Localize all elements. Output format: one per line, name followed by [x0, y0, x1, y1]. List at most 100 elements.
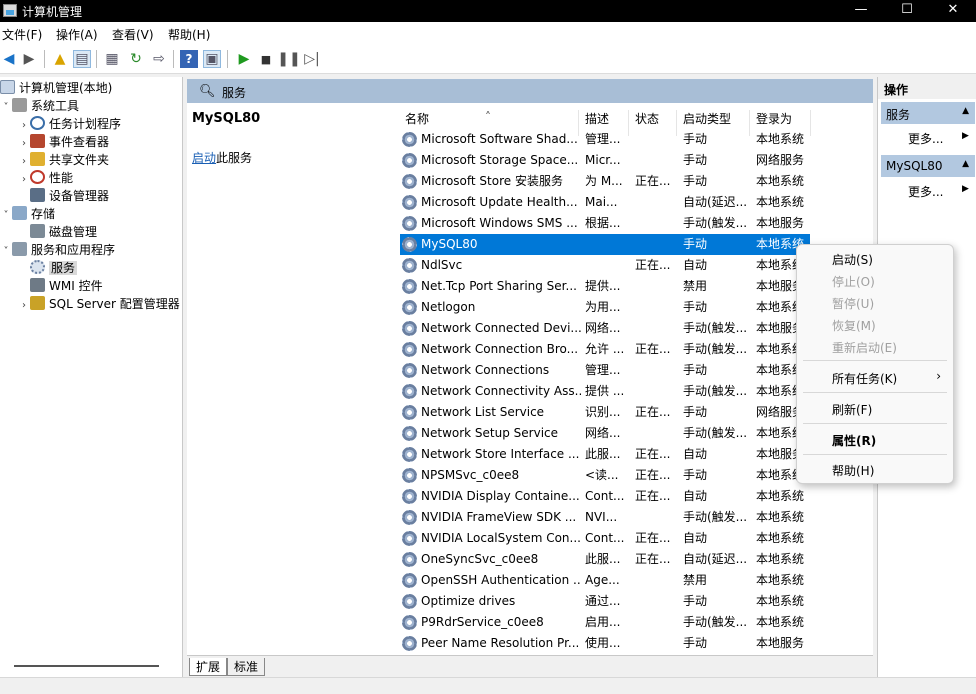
- tree-item-storage[interactable]: ˅ 存储: [0, 205, 55, 223]
- actions-more-mysql80[interactable]: 更多...: [908, 183, 943, 200]
- table-row[interactable]: Network Connection Bro... 允许 ... 正在... 手动(触…: [400, 339, 810, 360]
- table-row[interactable]: NPSMSvc_c0ee8 <读... 正在... 手动 本地系统: [400, 465, 810, 486]
- table-row[interactable]: Network Connections 管理... 手动 本地系统: [400, 360, 810, 381]
- menu-item-start[interactable]: 启动(S): [832, 251, 873, 268]
- tree-item-computer-management[interactable]: 计算机管理(本地): [0, 79, 112, 97]
- table-row[interactable]: MySQL80 手动 本地系统: [400, 234, 810, 255]
- chevron-down-icon[interactable]: ˅: [0, 99, 12, 117]
- refresh-icon[interactable]: ↻: [127, 50, 145, 68]
- computer-management-icon: [3, 4, 17, 17]
- chevron-right-icon[interactable]: ›: [18, 171, 30, 189]
- export-list-icon[interactable]: ⇨: [150, 50, 168, 68]
- menu-help[interactable]: 帮助(H): [168, 26, 210, 43]
- actions-header: 操作: [878, 77, 976, 99]
- tree-item-shared-folders[interactable]: › 共享文件夹: [18, 151, 109, 169]
- show-action-pane-icon[interactable]: ▣: [203, 50, 221, 68]
- table-row[interactable]: Network Connected Devi... 网络... 手动(触发... 本地…: [400, 318, 810, 339]
- table-row[interactable]: NVIDIA FrameView SDK ... NVI... 手动(触发... 本地…: [400, 507, 810, 528]
- menu-file[interactable]: 文件(F): [2, 26, 42, 43]
- minimize-button[interactable]: —: [838, 0, 884, 22]
- tree-item-system-tools[interactable]: ˅ 系统工具: [0, 97, 79, 115]
- chevron-down-icon[interactable]: ˅: [0, 243, 12, 261]
- help-icon[interactable]: ?: [180, 50, 198, 68]
- up-folder-icon[interactable]: ▲: [51, 50, 69, 68]
- menu-item-help[interactable]: 帮助(H): [832, 462, 874, 479]
- tree-item-services-and-applications[interactable]: ˅ 服务和应用程序: [0, 241, 115, 259]
- tree-item-device-manager[interactable]: 设备管理器: [30, 187, 109, 205]
- toolbar-separator: [227, 50, 228, 68]
- table-row[interactable]: Netlogon 为用... 手动 本地系统: [400, 297, 810, 318]
- table-row[interactable]: Microsoft Update Health... Mai... 自动(延迟...…: [400, 192, 810, 213]
- chevron-down-icon[interactable]: ˅: [0, 207, 12, 225]
- table-row[interactable]: OpenSSH Authentication ... Age... 禁用 本地系统: [400, 570, 810, 591]
- menu-item-refresh[interactable]: 刷新(F): [832, 401, 872, 418]
- menu-item-all-tasks[interactable]: 所有任务(K): [832, 370, 897, 387]
- maximize-button[interactable]: ☐: [884, 0, 930, 22]
- tree-item-disk-management[interactable]: 磁盘管理: [30, 223, 97, 241]
- column-header-name[interactable]: 名称: [405, 110, 429, 127]
- service-description: Cont...: [585, 489, 625, 503]
- tree-item-performance[interactable]: › 性能: [18, 169, 73, 187]
- table-row[interactable]: Optimize drives 通过... 手动 本地系统: [400, 591, 810, 612]
- table-row[interactable]: Microsoft Software Shad... 管理... 手动 本地系统: [400, 129, 810, 150]
- collapse-icon[interactable]: ▲: [962, 106, 969, 116]
- table-row[interactable]: OneSyncSvc_c0ee8 此服... 正在... 自动(延迟... 本地系统: [400, 549, 810, 570]
- back-icon[interactable]: ◀: [0, 50, 18, 68]
- table-row[interactable]: P9RdrService_c0ee8 启用... 手动(触发... 本地系统: [400, 612, 810, 633]
- menu-action[interactable]: 操作(A): [56, 26, 98, 43]
- service-description: 为 M...: [585, 174, 623, 188]
- gear-icon: [402, 594, 417, 609]
- actions-section-services[interactable]: 服务 ▲: [881, 102, 975, 124]
- forward-icon[interactable]: ▶: [20, 50, 38, 68]
- column-header-log-on-as[interactable]: 登录为: [756, 110, 792, 127]
- table-row[interactable]: Net.Tcp Port Sharing Ser... 提供... 禁用 本地服务: [400, 276, 810, 297]
- service-startup-type: 手动(触发...: [683, 615, 748, 629]
- menu-view[interactable]: 查看(V): [112, 26, 154, 43]
- tab-extended[interactable]: 扩展: [189, 658, 228, 676]
- service-name: Network List Service: [421, 405, 545, 419]
- actions-section-mysql80[interactable]: MySQL80 ▲: [881, 155, 975, 177]
- column-header-status[interactable]: 状态: [635, 110, 659, 127]
- table-row[interactable]: Microsoft Storage Space... Micr... 手动 网络服务: [400, 150, 810, 171]
- tree-item-services[interactable]: 服务: [30, 259, 78, 277]
- tab-standard[interactable]: 标准: [227, 658, 266, 676]
- table-row[interactable]: Network Store Interface ... 此服... 正在... 自动本…: [400, 444, 810, 465]
- table-row[interactable]: NVIDIA LocalSystem Con... Cont... 正在... 自动 本…: [400, 528, 810, 549]
- table-row[interactable]: NdlSvc 正在... 自动 本地系统: [400, 255, 810, 276]
- close-button[interactable]: ✕: [930, 0, 976, 22]
- tree-item-task-scheduler[interactable]: › 任务计划程序: [18, 115, 121, 133]
- title-bar: 计算机管理 — ☐ ✕: [0, 0, 976, 22]
- show-tree-icon[interactable]: ▤: [73, 50, 91, 68]
- properties-icon[interactable]: ▦: [103, 50, 121, 68]
- collapse-icon[interactable]: ▲: [962, 159, 969, 169]
- table-row[interactable]: Microsoft Store 安装服务 为 M... 正在... 手动 本地系统: [400, 171, 810, 192]
- service-name: Optimize drives: [421, 594, 516, 608]
- tree-item-sql-server-config[interactable]: › SQL Server 配置管理器: [18, 295, 180, 313]
- column-divider[interactable]: [810, 110, 811, 136]
- stop-service-icon[interactable]: ■: [257, 50, 275, 68]
- tree-item-wmi[interactable]: WMI 控件: [30, 277, 103, 295]
- toolbar: ◀ ▶ ▲ ▤ ▦ ↻ ⇨ ? ▣ ▶ ■ ❚❚ ▷|: [0, 44, 976, 74]
- restart-service-icon[interactable]: ▷|: [303, 50, 321, 68]
- service-description: NVI...: [585, 510, 618, 524]
- service-status: 正在...: [635, 258, 671, 272]
- service-logon-as: 本地系统: [756, 615, 805, 629]
- table-row[interactable]: Peer Name Resolution Pr... 使用... 手动 本地服务: [400, 633, 810, 654]
- menu-item-properties[interactable]: 属性(R): [832, 432, 876, 449]
- table-row[interactable]: Network Setup Service 网络... 手动(触发... 本地系统: [400, 423, 810, 444]
- table-row[interactable]: NVIDIA Display Containe... Cont... 正在... 自动…: [400, 486, 810, 507]
- horizontal-scrollbar[interactable]: [14, 665, 159, 667]
- table-row[interactable]: Microsoft Windows SMS ... 根据... 手动(触发... 本地…: [400, 213, 810, 234]
- column-header-description[interactable]: 描述: [585, 110, 609, 127]
- service-description-panel: MySQL80 启动此服务: [187, 103, 392, 655]
- pause-service-icon[interactable]: ❚❚: [277, 50, 300, 68]
- start-service-link[interactable]: 启动: [192, 151, 216, 165]
- column-header-startup-type[interactable]: 启动类型: [683, 110, 731, 127]
- view-tabs: 扩展 标准: [187, 655, 873, 677]
- chevron-right-icon[interactable]: ›: [18, 297, 30, 315]
- tree-item-event-viewer[interactable]: › 事件查看器: [18, 133, 109, 151]
- table-row[interactable]: Network Connectivity Ass... 提供 ... 手动(触发..…: [400, 381, 810, 402]
- actions-more-services[interactable]: 更多...: [908, 130, 943, 147]
- table-row[interactable]: Network List Service 识别... 正在... 手动 网络服务: [400, 402, 810, 423]
- start-service-icon[interactable]: ▶: [235, 50, 253, 68]
